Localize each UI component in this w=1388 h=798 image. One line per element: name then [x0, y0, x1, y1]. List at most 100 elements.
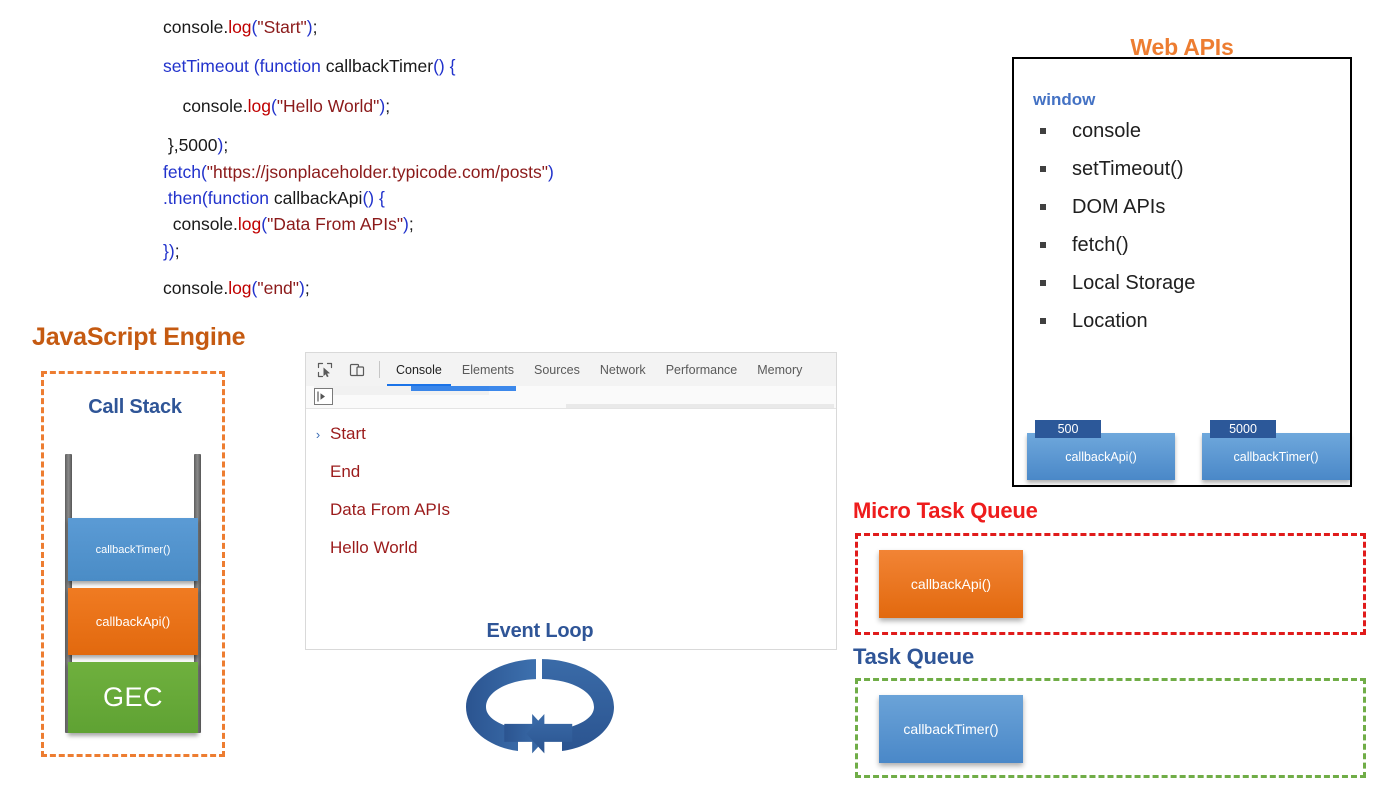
code-token: ) [548, 161, 554, 182]
tab-memory[interactable]: Memory [748, 354, 811, 386]
code-token: () { [362, 187, 385, 208]
toolbar-artifact-line [566, 404, 834, 408]
list-item: DOM APIs [1040, 188, 1340, 226]
code-token: log [237, 214, 262, 235]
console-line-text: Hello World [330, 538, 418, 557]
console-line: › Start [306, 415, 836, 453]
code-line: console.log("Hello World"); [163, 97, 683, 115]
list-item-label: Local Storage [1072, 271, 1196, 294]
code-line: },5000); [163, 136, 683, 154]
console-line: End [306, 453, 836, 491]
list-item: Local Storage [1040, 264, 1340, 302]
call-stack-frame-gec: GEC [68, 662, 198, 733]
tab-performance[interactable]: Performance [657, 354, 747, 386]
list-item: Location [1040, 302, 1340, 340]
inspect-element-icon[interactable] [312, 357, 338, 383]
code-token: },5000 [163, 135, 218, 156]
square-bullet-icon [1040, 204, 1046, 210]
call-stack-frame-callbacktimer: callbackTimer() [68, 518, 198, 581]
tab-elements[interactable]: Elements [453, 354, 523, 386]
code-token: "Data From APIs" [267, 214, 404, 235]
tab-sources[interactable]: Sources [525, 354, 589, 386]
tab-network[interactable]: Network [591, 354, 655, 386]
task-queue-box: callbackTimer() [855, 678, 1366, 778]
square-bullet-icon [1040, 128, 1046, 134]
code-token: "Start" [257, 17, 307, 37]
code-token: console. [163, 95, 248, 116]
web-apis-list: console setTimeout() DOM APIs fetch() Lo… [1040, 112, 1340, 340]
window-label: window [1033, 90, 1096, 109]
devtools-filter-bar [306, 386, 836, 409]
code-token: log [228, 278, 252, 298]
event-loop-title: Event Loop [486, 620, 594, 642]
code-token: "Hello World" [276, 95, 380, 116]
code-token: fetch( [163, 161, 207, 182]
code-token: console. [163, 214, 238, 235]
code-token: ; [385, 95, 391, 116]
list-item: console [1040, 112, 1340, 150]
code-token: ; [312, 17, 318, 37]
code-token: "https://jsonplaceholder.typicode.com/po… [206, 161, 549, 182]
list-item: fetch() [1040, 226, 1340, 264]
console-line: Data From APIs [306, 491, 836, 529]
micro-task-queue-title: Micro Task Queue [853, 498, 1038, 523]
device-toolbar-icon[interactable] [344, 357, 370, 383]
code-token: ; [304, 278, 310, 298]
toolbar-divider [379, 361, 380, 378]
code-token: log [228, 17, 252, 37]
square-bullet-icon [1040, 318, 1046, 324]
list-item-label: console [1072, 119, 1141, 142]
code-line: console.log("Start"); [163, 18, 683, 36]
code-token: setTimeout (function [163, 56, 326, 77]
code-line: console.log("Data From APIs"); [163, 215, 683, 233]
list-item-label: Location [1072, 309, 1148, 332]
tab-console[interactable]: Console [387, 354, 451, 386]
call-stack-frame-callbackapi: callbackApi() [68, 588, 198, 655]
console-output: › Start End Data From APIs Hello World [306, 409, 836, 649]
console-caret-icon: › [315, 426, 321, 442]
code-token: log [247, 95, 271, 116]
code-line: console.log("end"); [163, 279, 683, 297]
timer-delay-badge: 500 [1035, 420, 1101, 438]
code-token: ; [408, 214, 414, 235]
square-bullet-icon [1040, 280, 1046, 286]
code-token: ; [174, 240, 180, 261]
list-item-label: DOM APIs [1072, 195, 1166, 218]
web-apis-box: window console setTimeout() DOM APIs fet… [1012, 57, 1352, 487]
javascript-engine-title: JavaScript Engine [32, 323, 246, 351]
timer-delay-badge: 5000 [1210, 420, 1276, 438]
console-line: Hello World [306, 529, 836, 567]
circular-arrow-loop-icon [462, 655, 618, 790]
list-item-label: fetch() [1072, 233, 1129, 256]
code-token: callbackApi [273, 187, 363, 208]
frame-filter-icon[interactable] [314, 388, 333, 405]
devtools-toolbar: Console Elements Sources Network Perform… [306, 353, 836, 387]
console-line-text: End [330, 462, 361, 481]
code-token: }) [163, 240, 175, 261]
timer-callback-label: callbackTimer() [1202, 433, 1350, 480]
console-line-text: Data From APIs [330, 500, 450, 519]
list-item: setTimeout() [1040, 150, 1340, 188]
call-stack-title: Call Stack [88, 396, 182, 418]
devtools-panel: Console Elements Sources Network Perform… [305, 352, 837, 650]
code-token: "end" [257, 278, 299, 298]
console-line-text: Start [330, 424, 366, 443]
code-token: console. [163, 278, 229, 298]
square-bullet-icon [1040, 242, 1046, 248]
task-queue-title: Task Queue [853, 644, 975, 669]
micro-task-queue-box: callbackApi() [855, 533, 1366, 635]
code-snippet: console.log("Start"); setTimeout (functio… [163, 18, 683, 297]
queue-item-callbacktimer: callbackTimer() [879, 695, 1023, 763]
list-item-label: setTimeout() [1072, 157, 1184, 180]
square-bullet-icon [1040, 166, 1046, 172]
code-line: .then(function callbackApi() { [163, 189, 683, 207]
code-token: console. [163, 17, 229, 37]
code-token: callbackTimer [325, 56, 434, 77]
code-line: }); [163, 240, 683, 261]
code-line: setTimeout (function callbackTimer() { [163, 57, 683, 75]
code-token: () { [433, 56, 456, 77]
timer-callback-label: callbackApi() [1027, 433, 1175, 480]
code-line: fetch("https://jsonplaceholder.typicode.… [163, 161, 683, 182]
code-token: ; [223, 135, 229, 156]
queue-item-callbackapi: callbackApi() [879, 550, 1023, 618]
